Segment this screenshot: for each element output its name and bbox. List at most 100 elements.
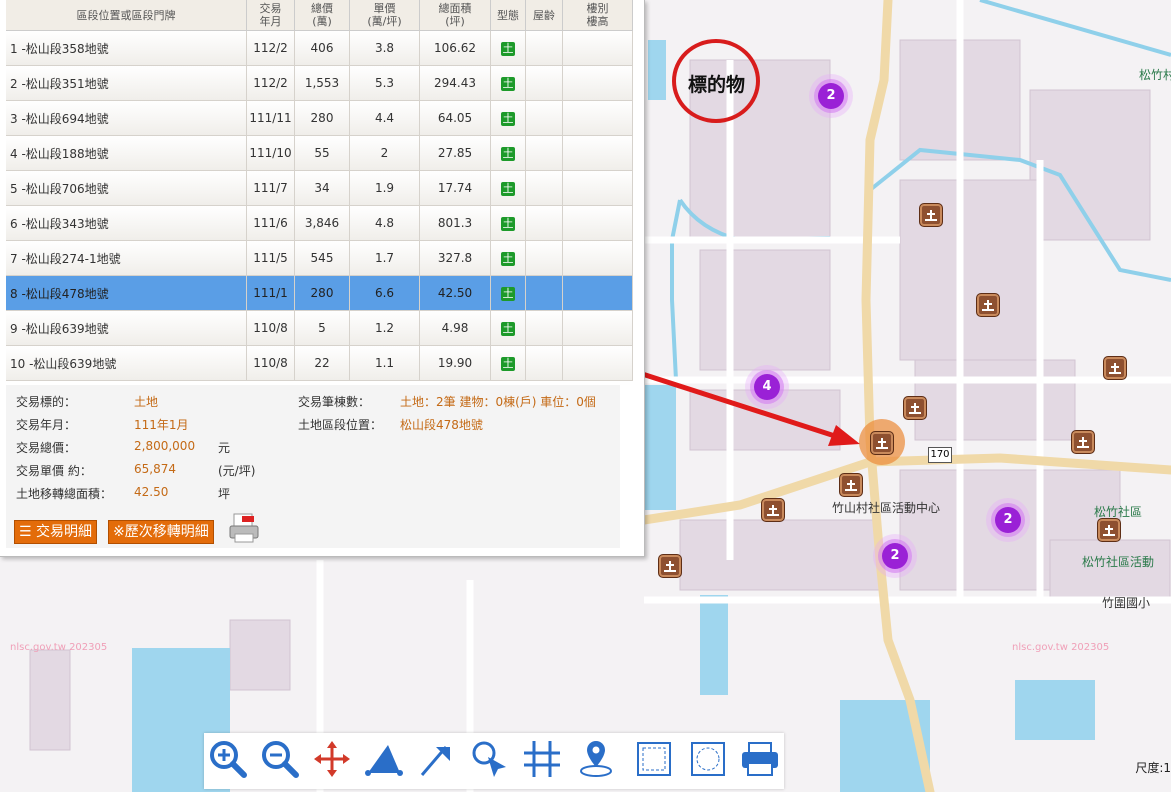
cell-area: 294.43: [420, 66, 491, 101]
cell-address: 4 -松山段188地號: [6, 136, 247, 171]
table-row[interactable]: 5 -松山段706地號 111/7 34 1.9 17.74 土: [6, 171, 633, 206]
cell-floor: [563, 311, 633, 346]
cell-unit: 2: [350, 136, 420, 171]
label-total: 交易總價：: [16, 441, 77, 455]
pan-icon[interactable]: [310, 737, 354, 781]
land-marker[interactable]: [1071, 430, 1095, 454]
table-row[interactable]: 7 -松山段274-1地號 111/5 545 1.7 327.8 土: [6, 241, 633, 276]
cell-total: 5: [295, 311, 350, 346]
scale-label: 尺度:1: [1135, 761, 1171, 775]
print-icon[interactable]: [738, 737, 782, 781]
column-header-unit-price[interactable]: 單價 (萬/坪): [350, 0, 420, 31]
cell-type: 土: [491, 66, 526, 101]
value-target: 土地: [134, 395, 159, 409]
cell-age: [526, 311, 563, 346]
cell-address: 3 -松山段694地號: [6, 101, 247, 136]
column-header-location[interactable]: 區段位置或區段門牌: [6, 0, 247, 31]
cell-date: 110/8: [247, 346, 295, 381]
land-marker[interactable]: [658, 554, 682, 578]
cell-age: [526, 241, 563, 276]
table-row[interactable]: 4 -松山段188地號 111/10 55 2 27.85 土: [6, 136, 633, 171]
table-row[interactable]: 3 -松山段694地號 111/11 280 4.4 64.05 土: [6, 101, 633, 136]
cell-unit: 1.7: [350, 241, 420, 276]
locate-icon[interactable]: [574, 737, 618, 781]
land-marker[interactable]: [976, 293, 1000, 317]
table-row[interactable]: 6 -松山段343地號 111/6 3,846 4.8 801.3 土: [6, 206, 633, 241]
transfer-history-button[interactable]: ※歷次移轉明細: [108, 520, 214, 544]
measure-area-icon[interactable]: [362, 737, 406, 781]
cell-unit: 1.2: [350, 311, 420, 346]
cluster-marker[interactable]: 2: [882, 543, 908, 569]
cell-total: 280: [295, 101, 350, 136]
table-row-selected[interactable]: 8 -松山段478地號 111/1 280 6.6 42.50 土: [6, 276, 633, 311]
cell-type: 土: [491, 31, 526, 66]
cluster-marker[interactable]: 2: [818, 83, 844, 109]
cell-total: 34: [295, 171, 350, 206]
cell-unit: 5.3: [350, 66, 420, 101]
label-date: 交易年月：: [16, 418, 77, 432]
cell-floor: [563, 31, 633, 66]
cell-address: 9 -松山段639地號: [6, 311, 247, 346]
land-marker[interactable]: [1103, 356, 1127, 380]
place-label-zhuwei-school: 竹圍國小: [1102, 596, 1151, 610]
transfer-history-button-label: ※歷次移轉明細: [113, 524, 209, 540]
frame-icon[interactable]: [632, 737, 676, 781]
column-header-area[interactable]: 總面積 (坪): [420, 0, 491, 31]
cluster-marker[interactable]: 2: [995, 507, 1021, 533]
cell-date: 111/7: [247, 171, 295, 206]
cell-age: [526, 101, 563, 136]
cell-type: 土: [491, 276, 526, 311]
table-row[interactable]: 1 -松山段358地號 112/2 406 3.8 106.62 土: [6, 31, 633, 66]
column-header-date[interactable]: 交易 年月: [247, 0, 295, 31]
land-marker[interactable]: [903, 396, 927, 420]
cell-unit: 3.8: [350, 31, 420, 66]
grid-icon[interactable]: [520, 737, 564, 781]
unit-area: 坪: [218, 487, 231, 501]
cell-floor: [563, 241, 633, 276]
cluster-marker[interactable]: 4: [754, 374, 780, 400]
cell-type: 土: [491, 241, 526, 276]
transaction-detail-button[interactable]: ☰ 交易明細: [14, 520, 98, 544]
land-marker[interactable]: [839, 473, 863, 497]
print-pdf-icon[interactable]: [228, 512, 260, 544]
zoom-in-icon[interactable]: [206, 737, 250, 781]
cell-total: 406: [295, 31, 350, 66]
table-row[interactable]: 2 -松山段351地號 112/2 1,553 5.3 294.43 土: [6, 66, 633, 101]
land-marker[interactable]: [761, 498, 785, 522]
cell-date: 112/2: [247, 31, 295, 66]
table-row[interactable]: 9 -松山段639地號 110/8 5 1.2 4.98 土: [6, 311, 633, 346]
frame-dashed-icon[interactable]: [686, 737, 730, 781]
place-label-songzhu-activity: 松竹社區活動: [1082, 555, 1155, 569]
column-header-type[interactable]: 型態: [491, 0, 526, 31]
cell-total: 55: [295, 136, 350, 171]
select-icon[interactable]: [468, 737, 512, 781]
cell-unit: 6.6: [350, 276, 420, 311]
land-marker[interactable]: [1097, 518, 1121, 542]
cell-age: [526, 31, 563, 66]
column-header-floor[interactable]: 樓別 樓高: [563, 0, 633, 31]
cell-age: [526, 206, 563, 241]
cell-floor: [563, 66, 633, 101]
label-area: 土地移轉總面積：: [16, 487, 113, 501]
label-unit-price: 交易單價 約：: [16, 464, 92, 478]
cell-area: 17.74: [420, 171, 491, 206]
place-label-songzhu-village: 松竹村: [1139, 68, 1171, 82]
column-header-age[interactable]: 屋齡: [526, 0, 563, 31]
column-header-total[interactable]: 總價 (萬): [295, 0, 350, 31]
cell-type: 土: [491, 101, 526, 136]
transaction-detail-button-label: 交易明細: [36, 524, 93, 540]
cell-floor: [563, 171, 633, 206]
table-row[interactable]: 10 -松山段639地號 110/8 22 1.1 19.90 土: [6, 346, 633, 381]
land-marker[interactable]: [919, 203, 943, 227]
cell-date: 111/5: [247, 241, 295, 276]
table-header-row: 區段位置或區段門牌 交易 年月 總價 (萬) 單價 (萬/坪) 總面積 (坪) …: [6, 0, 633, 31]
zoom-out-icon[interactable]: [258, 737, 302, 781]
measure-distance-icon[interactable]: [416, 737, 460, 781]
cell-date: 110/8: [247, 311, 295, 346]
label-location: 土地區段位置：: [298, 418, 383, 432]
land-type-icon: 土: [501, 356, 515, 371]
land-marker-selected[interactable]: [870, 431, 894, 455]
cell-floor: [563, 276, 633, 311]
transaction-detail: 交易標的： 土地 交易年月： 111年1月 交易總價： 2,800,000 元 …: [6, 385, 620, 548]
land-type-icon: 土: [501, 286, 515, 301]
